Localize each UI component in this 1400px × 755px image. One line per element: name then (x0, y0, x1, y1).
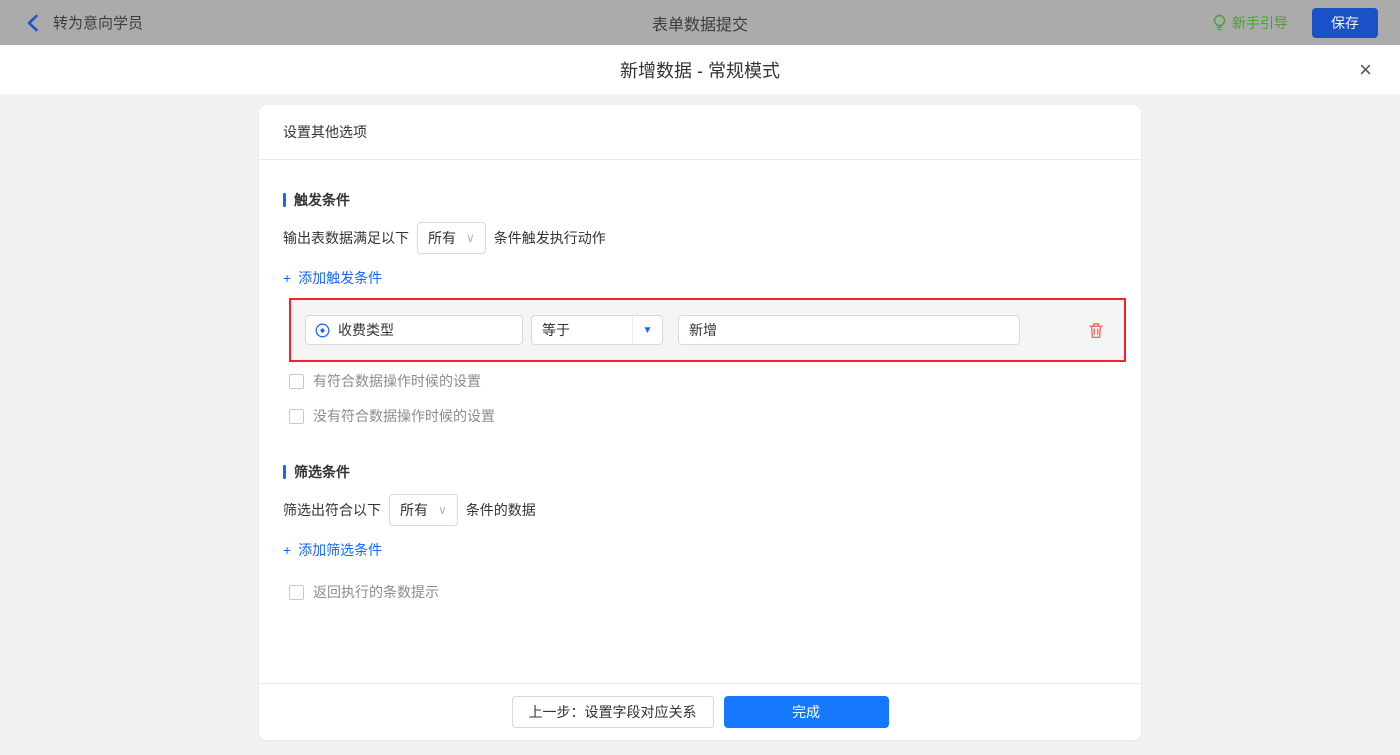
filter-match-mode-value: 所有 (400, 502, 428, 518)
close-icon[interactable]: × (1359, 58, 1372, 81)
condition-field-value: 收费类型 (338, 322, 394, 338)
previous-step-button[interactable]: 上一步：设置字段对应关系 (511, 696, 714, 728)
modal-header: 新增数据 - 常规模式 × (0, 45, 1400, 95)
radio-field-icon (315, 323, 330, 338)
condition-value-input[interactable]: 新增 (678, 315, 1020, 345)
has-match-checkbox-label: 有符合数据操作时候的设置 (313, 373, 481, 389)
no-match-checkbox[interactable] (289, 408, 304, 424)
condition-field-select[interactable]: 收费类型 (305, 315, 523, 345)
condition-value-text: 新增 (689, 322, 717, 338)
filter-match-mode-select[interactable]: 所有 ∨ (389, 494, 458, 526)
section-accent-bar (283, 193, 286, 207)
add-filter-condition-label: 添加筛选条件 (298, 542, 383, 558)
filter-match-line: 筛选出符合以下 所有 ∨ 条件的数据 (283, 494, 1117, 526)
modal-title: 新增数据 - 常规模式 (620, 60, 780, 81)
count-tip-checkbox[interactable] (289, 584, 304, 600)
trigger-condition-row: 收费类型 等于 ▼ 新增 (289, 298, 1126, 362)
delete-condition-icon[interactable] (1088, 322, 1104, 339)
done-button[interactable]: 完成 (723, 696, 889, 728)
plus-icon: + (283, 542, 292, 558)
condition-operator-value: 等于 (542, 322, 570, 338)
trigger-section-title: 触发条件 (283, 190, 1117, 210)
trigger-match-prefix: 输出表数据满足以下 (283, 230, 409, 246)
add-trigger-condition-link[interactable]: + 添加触发条件 (283, 268, 382, 288)
trigger-match-mode-select[interactable]: 所有 ∨ (417, 222, 486, 254)
filter-match-suffix: 条件的数据 (465, 502, 536, 518)
has-match-checkbox[interactable] (289, 373, 304, 389)
topbar-actions: 新手引导 保存 (1212, 7, 1378, 38)
plus-icon: + (283, 270, 292, 286)
chevron-down-icon: ∨ (466, 231, 475, 245)
beginner-guide-label: 新手引导 (1232, 14, 1288, 31)
filter-match-prefix: 筛选出符合以下 (283, 502, 381, 518)
filter-section-label: 筛选条件 (294, 464, 350, 480)
options-card: 设置其他选项 触发条件 输出表数据满足以下 所有 ∨ 条件触发执行动作 + 添加… (259, 105, 1141, 740)
caret-down-icon: ▼ (632, 316, 662, 344)
card-footer: 上一步：设置字段对应关系 完成 (259, 683, 1141, 740)
add-filter-condition-link[interactable]: + 添加筛选条件 (283, 540, 382, 560)
trigger-match-suffix: 条件触发执行动作 (493, 230, 606, 246)
section-accent-bar (283, 465, 286, 479)
count-tip-checkbox-label: 返回执行的条数提示 (313, 584, 439, 600)
trigger-section-label: 触发条件 (294, 192, 350, 208)
page-title: 表单数据提交 (651, 16, 748, 34)
save-button[interactable]: 保存 (1312, 7, 1378, 38)
card-header: 设置其他选项 (259, 105, 1141, 160)
trigger-match-line: 输出表数据满足以下 所有 ∨ 条件触发执行动作 (283, 222, 1117, 254)
filter-section-title: 筛选条件 (283, 462, 1117, 482)
has-match-checkbox-row: 有符合数据操作时候的设置 (289, 371, 1117, 391)
trigger-match-mode-value: 所有 (428, 230, 456, 246)
count-tip-checkbox-row: 返回执行的条数提示 (289, 582, 1117, 602)
condition-operator-select[interactable]: 等于 ▼ (531, 315, 663, 345)
add-trigger-condition-label: 添加触发条件 (298, 270, 383, 286)
no-match-checkbox-row: 没有符合数据操作时候的设置 (289, 406, 1117, 426)
no-match-checkbox-label: 没有符合数据操作时候的设置 (313, 408, 495, 424)
top-bar: 转为意向学员 表单数据提交 新手引导 保存 (0, 0, 1400, 45)
beginner-guide-link[interactable]: 新手引导 (1212, 13, 1288, 33)
lightbulb-icon (1212, 14, 1227, 31)
filter-section: 筛选条件 筛选出符合以下 所有 ∨ 条件的数据 + 添加筛选条件 返回执行的条数… (283, 462, 1117, 602)
card-body: 触发条件 输出表数据满足以下 所有 ∨ 条件触发执行动作 + 添加触发条件 收费… (259, 160, 1141, 602)
chevron-down-icon: ∨ (438, 503, 447, 517)
